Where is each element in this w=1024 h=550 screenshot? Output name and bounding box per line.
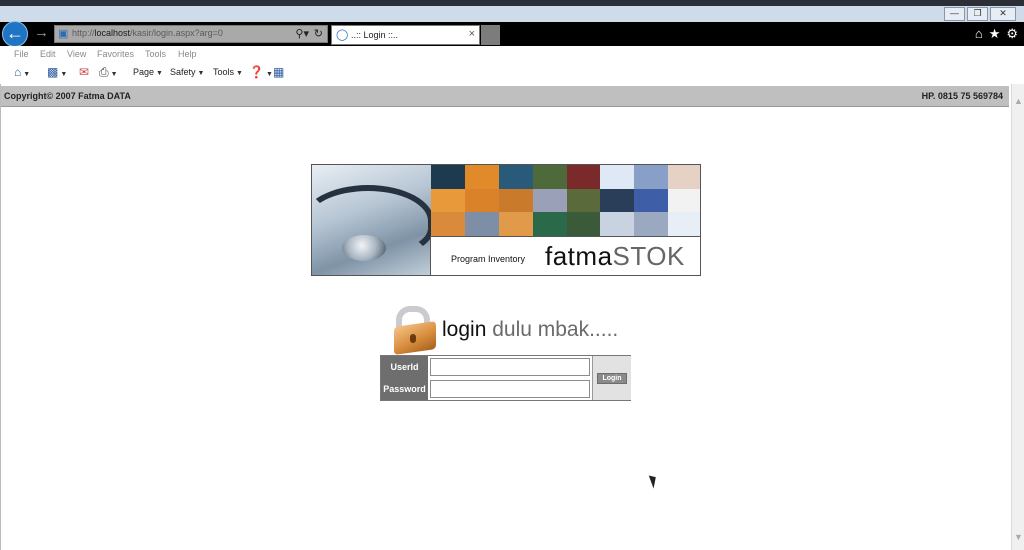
app-banner: Program Inventory fatmaSTOK xyxy=(311,164,701,276)
window-controls: — ❐ ✕ xyxy=(944,7,1016,21)
command-bar: ⌂ ▼ ▩ ▼ ✉ ⎙ ▼ Page ▼ Safety ▼ Tools ▼ ❓ ▼ ▦ xyxy=(0,63,1024,83)
password-input[interactable] xyxy=(430,380,590,398)
copyright-text: Copyright© 2007 Fatma DATA xyxy=(4,91,131,101)
page-header-bar: Copyright© 2007 Fatma DATA HP. 0815 75 5… xyxy=(1,86,1009,107)
menu-tools[interactable]: Tools xyxy=(145,49,166,59)
home-icon[interactable]: ⌂ xyxy=(975,26,983,42)
phone-text: HP. 0815 75 569784 xyxy=(921,91,1003,101)
close-window-icon[interactable]: ✕ xyxy=(990,7,1016,21)
menu-bar: File Edit View Favorites Tools Help xyxy=(0,46,1024,63)
userid-label: UserId xyxy=(381,356,428,378)
padlock-icon xyxy=(390,306,438,355)
login-heading-rest: dulu mbak..... xyxy=(486,318,619,341)
scroll-down-icon[interactable]: ▼ xyxy=(1014,532,1023,542)
restore-icon[interactable]: ❐ xyxy=(967,7,988,21)
stethoscope-image xyxy=(312,165,434,275)
browser-toolbar-right: ⌂ ★ ⚙ xyxy=(975,26,1018,42)
menu-file[interactable]: File xyxy=(14,49,29,59)
forward-button[interactable]: → xyxy=(34,24,49,42)
login-form: UserId Password Login xyxy=(380,355,631,401)
tab-title: ..:: Login ::.. xyxy=(351,30,399,40)
feeds-icon[interactable]: ▩ ▼ xyxy=(47,65,67,79)
scroll-up-icon[interactable]: ▲ xyxy=(1014,96,1023,106)
print-icon[interactable]: ⎙ ▼ xyxy=(99,65,118,80)
program-caption: Program Inventory xyxy=(451,254,526,264)
password-label: Password xyxy=(381,378,428,400)
login-button[interactable]: Login xyxy=(597,373,627,384)
address-path: /kasir/login.aspx?arg=0 xyxy=(130,28,223,38)
menu-favorites[interactable]: Favorites xyxy=(97,49,134,59)
page-viewport xyxy=(0,84,1011,550)
login-button-cell: Login xyxy=(592,356,631,400)
favorites-star-icon[interactable]: ★ xyxy=(989,26,1001,42)
mail-icon[interactable]: ✉ xyxy=(79,65,89,79)
safety-menu[interactable]: Safety ▼ xyxy=(170,67,204,77)
address-url: http://localhost/kasir/login.aspx?arg=0 xyxy=(72,28,223,38)
tools-menu[interactable]: Tools ▼ xyxy=(213,67,243,77)
address-bar[interactable]: ▣ http://localhost/kasir/login.aspx?arg=… xyxy=(54,25,328,43)
page-icon: ▣ xyxy=(58,28,69,40)
minimize-icon[interactable]: — xyxy=(944,7,965,21)
home-page-icon[interactable]: ⌂ ▼ xyxy=(14,65,30,79)
new-tab-button[interactable] xyxy=(481,25,500,45)
banner-caption: Program Inventory fatmaSTOK xyxy=(430,236,700,275)
tab-login[interactable]: ◯ ..:: Login ::.. × xyxy=(331,25,480,45)
brand-logo: fatmaSTOK xyxy=(545,241,685,272)
login-heading: login dulu mbak..... xyxy=(442,318,618,342)
menu-edit[interactable]: Edit xyxy=(40,49,56,59)
search-icon[interactable]: ⚲▾ xyxy=(295,27,309,40)
window-titlebar: — ❐ ✕ xyxy=(0,0,1024,22)
page-menu[interactable]: Page ▼ xyxy=(133,67,163,77)
brand-accent: STOK xyxy=(612,241,685,271)
refresh-icon[interactable]: ↻ xyxy=(314,27,323,40)
back-button[interactable]: ← xyxy=(2,21,28,47)
titlebar-strip xyxy=(0,0,1024,6)
help-icon[interactable]: ❓ ▼ xyxy=(249,65,273,79)
vertical-scrollbar[interactable]: ▲ ▼ xyxy=(1011,84,1024,550)
research-icon[interactable]: ▦ xyxy=(273,65,284,79)
gear-icon[interactable]: ⚙ xyxy=(1006,26,1018,42)
address-host: localhost xyxy=(94,28,131,38)
brand-main: fatma xyxy=(545,241,613,271)
close-tab-icon[interactable]: × xyxy=(469,28,475,40)
menu-help[interactable]: Help xyxy=(178,49,197,59)
photo-mosaic xyxy=(431,165,700,236)
login-heading-main: login xyxy=(442,318,487,341)
ie-page-icon: ◯ xyxy=(336,29,349,41)
menu-view[interactable]: View xyxy=(67,49,86,59)
userid-input[interactable] xyxy=(430,358,590,376)
